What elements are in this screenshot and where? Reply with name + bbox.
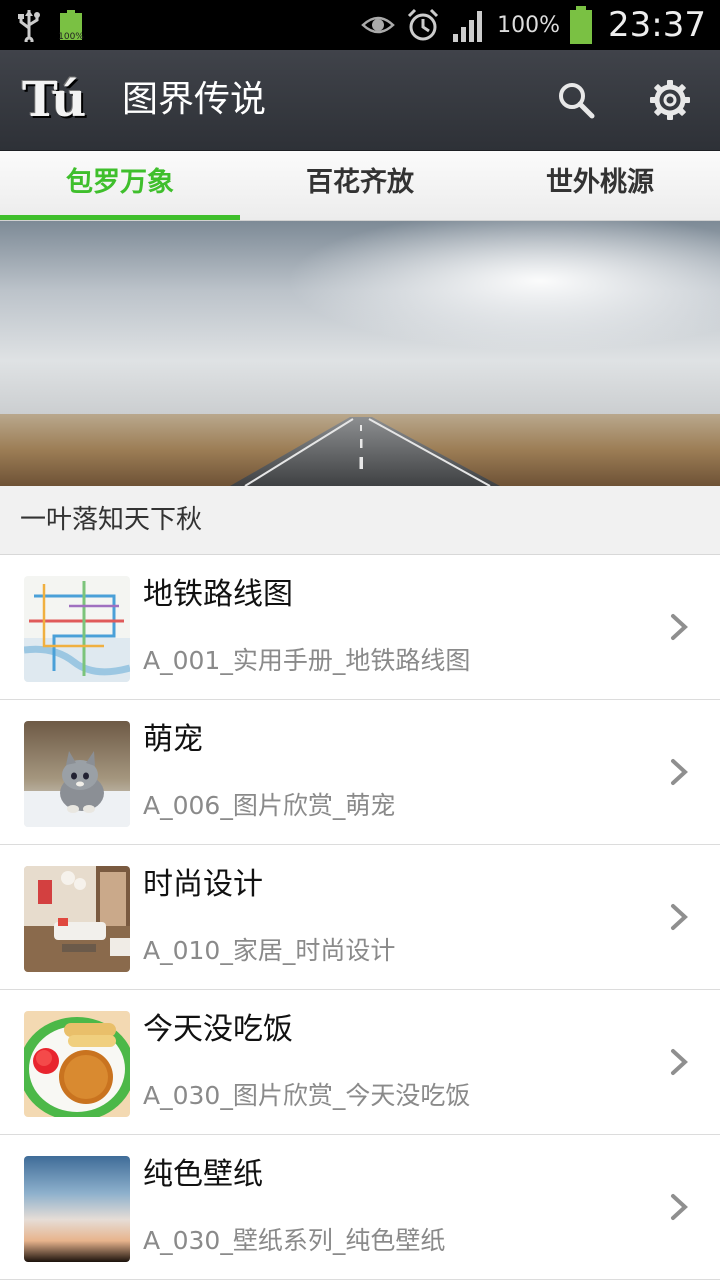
section-header: 一叶落知天下秋 — [0, 486, 720, 555]
tab-baoluo[interactable]: 包罗万象 — [0, 151, 240, 220]
banner-image[interactable] — [0, 221, 720, 486]
item-title: 地铁路线图 — [143, 577, 293, 612]
album-list: 地铁路线图 A_001_实用手册_地铁路线图 萌宠 A_006_图片欣赏_萌宠 … — [0, 555, 720, 1280]
chevron-right-icon — [671, 1194, 688, 1220]
gradient-wallpaper-thumbnail — [24, 1156, 130, 1262]
status-bar: 100% 100% 23:37 — [0, 0, 720, 50]
list-item[interactable]: 纯色壁纸 A_030_壁纸系列_纯色壁纸 — [0, 1135, 720, 1280]
item-title: 今天没吃饭 — [143, 1012, 293, 1047]
battery-percent: 100% — [497, 12, 561, 38]
kitten-thumbnail — [24, 721, 130, 827]
chevron-right-icon — [671, 1049, 688, 1075]
tab-bar: 包罗万象 百花齐放 世外桃源 — [0, 151, 720, 221]
item-subtitle: A_030_壁纸系列_纯色壁纸 — [143, 1226, 446, 1255]
clock: 23:37 — [608, 5, 706, 45]
chevron-right-icon — [671, 614, 688, 640]
eye-icon — [361, 16, 395, 34]
item-subtitle: A_010_家居_时尚设计 — [143, 936, 396, 965]
tab-shiwai[interactable]: 世外桃源 — [480, 151, 720, 220]
search-icon[interactable] — [554, 78, 598, 122]
item-subtitle: A_030_图片欣赏_今天没吃饭 — [143, 1081, 471, 1110]
item-title: 纯色壁纸 — [143, 1157, 263, 1192]
action-bar: Tú 图界传说 — [0, 50, 720, 151]
app-title: 图界传说 — [122, 79, 267, 120]
item-title: 萌宠 — [143, 722, 203, 757]
subway-map-thumbnail — [24, 576, 130, 682]
tab-baihua[interactable]: 百花齐放 — [240, 151, 480, 220]
interior-thumbnail — [24, 866, 130, 972]
battery-full-icon — [570, 6, 593, 44]
item-subtitle: A_006_图片欣赏_萌宠 — [143, 791, 396, 820]
list-item[interactable]: 地铁路线图 A_001_实用手册_地铁路线图 — [0, 555, 720, 700]
battery-small-label: 100% — [58, 32, 84, 42]
list-item[interactable]: 萌宠 A_006_图片欣赏_萌宠 — [0, 700, 720, 845]
food-plate-thumbnail — [24, 1011, 130, 1117]
list-item[interactable]: 今天没吃饭 A_030_图片欣赏_今天没吃饭 — [0, 990, 720, 1135]
alarm-icon — [408, 8, 439, 41]
gear-icon[interactable] — [648, 78, 692, 122]
battery-icon: 100% — [58, 10, 84, 42]
section-header-title: 一叶落知天下秋 — [20, 505, 203, 535]
usb-icon — [18, 10, 40, 42]
app-logo: Tú — [22, 72, 86, 128]
item-subtitle: A_001_实用手册_地铁路线图 — [143, 646, 471, 675]
list-item[interactable]: 时尚设计 A_010_家居_时尚设计 — [0, 845, 720, 990]
item-title: 时尚设计 — [143, 867, 263, 902]
chevron-right-icon — [671, 904, 688, 930]
chevron-right-icon — [671, 759, 688, 785]
signal-icon — [453, 11, 483, 42]
